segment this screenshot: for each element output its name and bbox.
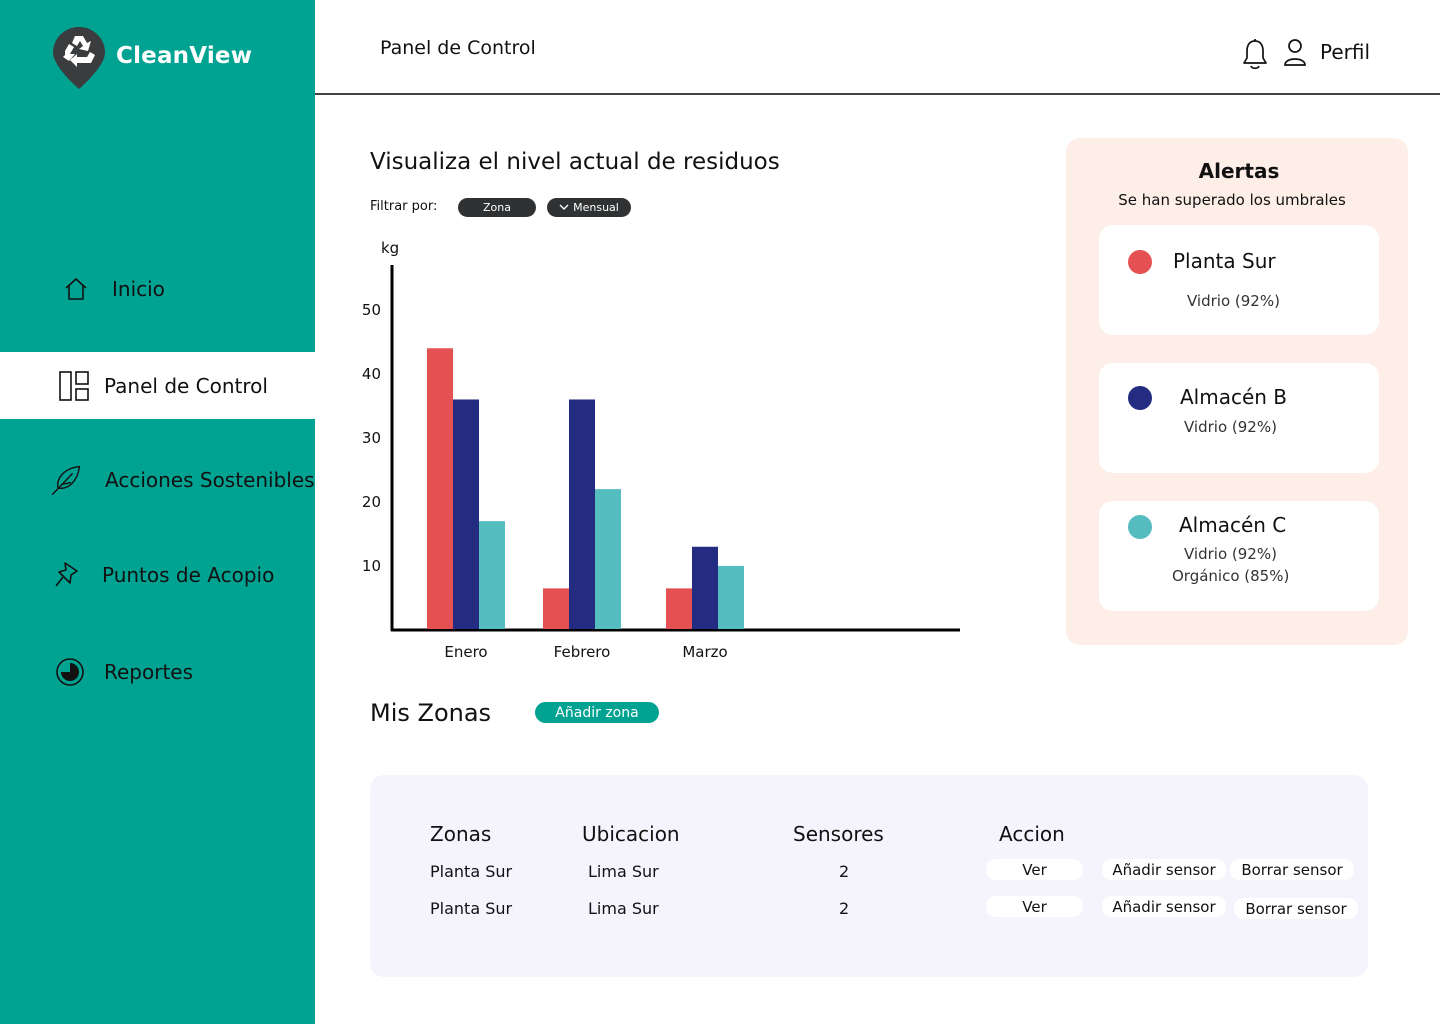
y-tick-label: 30: [362, 429, 381, 447]
sidebar-item-label: Acciones Sostenibles: [105, 468, 315, 492]
status-dot-teal: [1128, 515, 1152, 539]
page-title: Panel de Control: [380, 37, 536, 59]
cell-ubicacion: Lima Sur: [588, 899, 659, 918]
alert-detail: Vidrio (92%): [1184, 545, 1277, 563]
add-zone-label: Añadir zona: [555, 704, 639, 721]
app-logo[interactable]: CleanView: [53, 27, 252, 89]
top-header: Panel de Control Perfil: [315, 0, 1440, 95]
x-tick-label: Febrero: [554, 643, 611, 661]
y-tick-label: 40: [362, 365, 381, 383]
alert-name: Planta Sur: [1173, 249, 1276, 273]
sidebar-item-label: Reportes: [104, 660, 194, 684]
delete-sensor-button[interactable]: Borrar sensor: [1234, 898, 1358, 919]
view-button-label: Ver: [1022, 860, 1047, 879]
profile-link[interactable]: Perfil: [1320, 40, 1370, 64]
bar: [427, 348, 453, 629]
sidebar-item-inicio[interactable]: Inicio: [0, 256, 315, 322]
bar: [718, 565, 744, 629]
home-icon: [59, 272, 93, 306]
delete-sensor-label: Borrar sensor: [1245, 899, 1347, 918]
y-axis-label: kg: [381, 239, 399, 257]
bar: [666, 588, 692, 629]
sidebar-item-reportes[interactable]: Reportes: [0, 639, 315, 705]
add-zone-button[interactable]: Añadir zona: [535, 702, 659, 723]
status-dot-navy: [1128, 386, 1152, 410]
view-button-label: Ver: [1022, 897, 1047, 916]
status-dot-red: [1128, 250, 1152, 274]
add-sensor-button[interactable]: Añadir sensor: [1102, 859, 1226, 880]
sidebar: CleanView Inicio Panel de Control Accion…: [0, 0, 315, 1024]
bar: [692, 546, 718, 629]
pin-icon: [50, 558, 84, 592]
bar: [479, 521, 505, 629]
alert-card-planta-sur[interactable]: Planta Sur Vidrio (92%): [1099, 225, 1379, 335]
sidebar-item-acciones-sostenibles[interactable]: Acciones Sostenibles: [0, 447, 315, 513]
alert-name: Almacén B: [1180, 385, 1288, 409]
feather-icon: [49, 463, 83, 497]
bar: [569, 399, 595, 629]
column-header-zonas: Zonas: [430, 822, 492, 846]
alerts-panel: Alertas Se han superado los umbrales Pla…: [1066, 138, 1408, 645]
bar: [453, 399, 479, 629]
recycle-pin-icon: [53, 27, 105, 89]
cell-sensores: 2: [839, 899, 850, 918]
app-name: CleanView: [116, 43, 253, 69]
add-sensor-label: Añadir sensor: [1112, 860, 1216, 879]
alert-detail: Vidrio (92%): [1184, 418, 1277, 436]
alert-card-almacen-b[interactable]: Almacén B Vidrio (92%): [1099, 363, 1379, 473]
zones-title: Mis Zonas: [370, 699, 492, 727]
alerts-subtitle: Se han superado los umbrales: [1118, 191, 1346, 209]
cell-zona: Planta Sur: [430, 862, 513, 881]
user-icon[interactable]: [1283, 38, 1307, 66]
delete-sensor-label: Borrar sensor: [1241, 860, 1343, 879]
sidebar-item-panel-de-control[interactable]: Panel de Control: [0, 352, 315, 419]
column-header-sensores: Sensores: [793, 822, 884, 846]
bell-icon[interactable]: [1240, 38, 1270, 70]
bar: [543, 588, 569, 629]
bar: [595, 489, 621, 629]
y-tick-label: 20: [362, 493, 381, 511]
sidebar-item-label: Puntos de Acopio: [102, 563, 275, 587]
alert-card-almacen-c[interactable]: Almacén C Vidrio (92%) Orgánico (85%): [1099, 501, 1379, 611]
column-header-accion: Accion: [999, 822, 1065, 846]
filter-mensual-label: Mensual: [573, 201, 619, 214]
filter-mensual-dropdown[interactable]: Mensual: [547, 198, 631, 217]
cell-ubicacion: Lima Sur: [588, 862, 659, 881]
delete-sensor-button[interactable]: Borrar sensor: [1230, 859, 1354, 880]
sidebar-item-label: Inicio: [112, 277, 165, 301]
x-tick-label: Marzo: [682, 643, 727, 661]
view-button[interactable]: Ver: [986, 896, 1083, 917]
alerts-title: Alertas: [1198, 159, 1280, 183]
add-sensor-label: Añadir sensor: [1112, 897, 1216, 916]
filter-zona-label: Zona: [483, 201, 511, 214]
alert-detail: Orgánico (85%): [1172, 567, 1290, 585]
filter-zona-pill[interactable]: Zona: [458, 198, 536, 217]
sidebar-item-label: Panel de Control: [104, 373, 268, 398]
chart-section-title: Visualiza el nivel actual de residuos: [370, 149, 780, 175]
add-sensor-button[interactable]: Añadir sensor: [1102, 896, 1226, 917]
y-tick-label: 10: [362, 557, 381, 575]
x-tick-label: Enero: [444, 643, 487, 661]
filter-label: Filtrar por:: [370, 199, 438, 214]
cell-zona: Planta Sur: [430, 899, 513, 918]
chevron-down-icon: [559, 204, 569, 211]
cell-sensores: 2: [839, 862, 850, 881]
y-tick-label: 50: [362, 301, 381, 319]
waste-bar-chart: kg 10 20 30 40 50 Enero Febrero Marzo: [362, 239, 960, 661]
pie-icon: [53, 655, 87, 689]
alert-name: Almacén C: [1179, 513, 1287, 537]
sidebar-item-puntos-de-acopio[interactable]: Puntos de Acopio: [0, 542, 315, 608]
view-button[interactable]: Ver: [986, 859, 1083, 880]
dashboard-icon: [57, 369, 91, 403]
alert-detail: Vidrio (92%): [1187, 292, 1280, 310]
column-header-ubicacion: Ubicacion: [582, 822, 680, 846]
